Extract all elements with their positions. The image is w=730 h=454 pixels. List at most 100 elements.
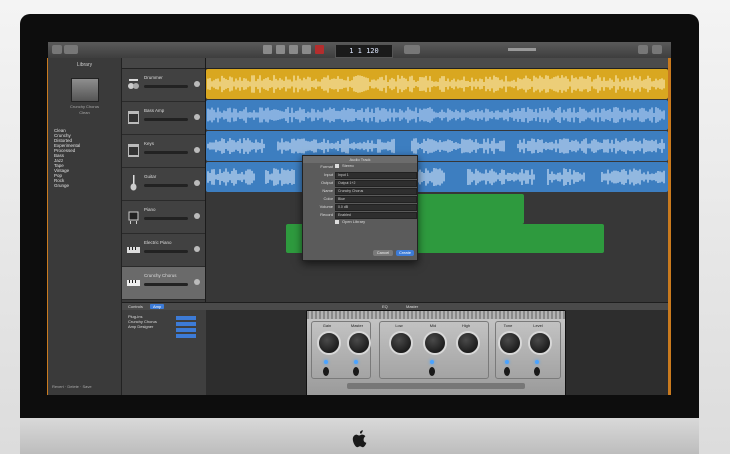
track-header[interactable]: Piano	[122, 201, 206, 234]
track-name[interactable]: Electric Piano	[144, 240, 172, 245]
checkbox-label: Open Library	[342, 219, 366, 224]
color-select[interactable]: Blue	[335, 196, 417, 203]
track-header[interactable]: Electric Piano	[122, 234, 206, 267]
gain-knob[interactable]	[317, 331, 341, 355]
plugins-text: Plug-ins Crunchy Chorus Amp Designer	[128, 314, 157, 329]
record-field[interactable]: Enabled	[335, 212, 417, 219]
smart-controls-panel: Gain Master Low Mid High Tone Level	[206, 310, 671, 395]
rewind-button[interactable]	[263, 45, 272, 54]
metronome-button[interactable]	[404, 45, 420, 54]
tab-amp[interactable]: Amp	[150, 304, 165, 309]
keys-waveform	[207, 138, 665, 154]
track-volume-slider[interactable]	[144, 184, 188, 187]
play-button[interactable]	[302, 45, 311, 54]
output-select[interactable]: Output 1+2	[335, 180, 417, 187]
timeline-ruler[interactable]	[206, 58, 671, 69]
view-toggle-button[interactable]	[64, 45, 78, 54]
track-volume-slider[interactable]	[144, 151, 188, 154]
indicator-lamp	[430, 360, 434, 364]
keys-region[interactable]	[206, 131, 668, 161]
track-header[interactable]: Keys	[122, 135, 206, 168]
track-pan-knob[interactable]	[194, 180, 200, 186]
indicator-lamp	[505, 360, 509, 364]
volume-field[interactable]: 0.0 dB	[335, 204, 417, 211]
knob-label: High	[461, 323, 471, 328]
record-button[interactable]	[315, 45, 324, 54]
tone-knob[interactable]	[498, 331, 522, 355]
open-library-checkbox[interactable]	[335, 220, 339, 224]
tracks-area[interactable]	[206, 58, 671, 302]
library-toggle-button[interactable]	[52, 45, 62, 54]
track-volume-slider[interactable]	[144, 118, 188, 121]
dialog-label: Volume	[319, 204, 333, 209]
plugin-slot-button[interactable]	[176, 328, 196, 332]
plugin-slot-button[interactable]	[176, 334, 196, 338]
create-button[interactable]: Create	[396, 250, 414, 256]
level-knob[interactable]	[528, 331, 552, 355]
midi-region[interactable]	[416, 194, 524, 224]
master-volume-slider[interactable]	[508, 48, 536, 51]
add-track-bar[interactable]	[122, 58, 206, 69]
library-title: Library	[76, 62, 93, 68]
cancel-button[interactable]: Cancel	[373, 250, 393, 256]
bass-region[interactable]	[206, 100, 668, 130]
track-pan-knob[interactable]	[194, 114, 200, 120]
track-name[interactable]: Guitar	[144, 174, 156, 179]
toggle-switch[interactable]	[504, 367, 510, 376]
plugin-slot-button[interactable]	[176, 316, 196, 320]
track-name[interactable]: Piano	[144, 207, 156, 212]
library-footer[interactable]: Revert · Delete · Save	[52, 384, 92, 389]
track-name[interactable]: Bass Amp	[144, 108, 164, 113]
notepad-button[interactable]	[638, 45, 648, 54]
loop-browser-button[interactable]	[652, 45, 662, 54]
input-select[interactable]: Input 1	[335, 172, 417, 179]
format-checkbox[interactable]	[335, 164, 339, 168]
drums-region[interactable]	[206, 69, 668, 99]
tab-controls[interactable]: Controls	[128, 304, 143, 309]
guitar-region[interactable]	[206, 162, 668, 192]
track-volume-slider[interactable]	[144, 283, 188, 286]
track-header[interactable]: Drummer	[122, 69, 206, 102]
tab-master[interactable]: Master	[406, 304, 418, 309]
keyboard-icon	[127, 247, 140, 253]
track-name[interactable]: Crunchy Chorus	[144, 273, 177, 278]
plugin-slot-button[interactable]	[176, 322, 196, 326]
track-pan-knob[interactable]	[194, 246, 200, 252]
control-bar: 1 1 120	[48, 42, 671, 59]
toggle-switch[interactable]	[429, 367, 435, 376]
library-item[interactable]: Grunge	[54, 183, 121, 188]
toggle-switch[interactable]	[353, 367, 359, 376]
track-header[interactable]: Guitar	[122, 168, 206, 201]
low-knob[interactable]	[389, 331, 413, 355]
track-volume-slider[interactable]	[144, 85, 188, 88]
track-pan-knob[interactable]	[194, 213, 200, 219]
tab-eq[interactable]: EQ	[382, 304, 388, 309]
track-volume-slider[interactable]	[144, 217, 188, 220]
patch-image	[70, 78, 99, 102]
garageband-window: 1 1 120 Library Crunchy Chorus Clean Cle…	[48, 42, 671, 395]
knob-label: Level	[533, 323, 543, 328]
knob-label: Low	[395, 323, 403, 328]
track-name[interactable]: Drummer	[144, 75, 163, 80]
track-pan-knob[interactable]	[194, 279, 200, 285]
track-header-selected[interactable]: Crunchy Chorus	[122, 267, 206, 300]
track-header[interactable]: Bass Amp	[122, 102, 206, 135]
dialog-label: Input	[324, 172, 333, 177]
track-pan-knob[interactable]	[194, 81, 200, 87]
mid-knob[interactable]	[423, 331, 447, 355]
lcd-display[interactable]: 1 1 120	[335, 44, 393, 58]
fast-forward-button[interactable]	[276, 45, 285, 54]
high-knob[interactable]	[456, 331, 480, 355]
track-pan-knob[interactable]	[194, 147, 200, 153]
name-field[interactable]: Crunchy Chorus	[335, 188, 417, 195]
guitar-icon	[130, 175, 137, 191]
stop-button[interactable]	[289, 45, 298, 54]
master-knob[interactable]	[347, 331, 371, 355]
toggle-switch[interactable]	[323, 367, 329, 376]
amp-footer-plate	[347, 383, 525, 389]
indicator-lamp	[354, 360, 358, 364]
toggle-switch[interactable]	[534, 367, 540, 376]
dialog-label: Output	[320, 180, 333, 185]
track-name[interactable]: Keys	[144, 141, 154, 146]
track-volume-slider[interactable]	[144, 250, 188, 253]
